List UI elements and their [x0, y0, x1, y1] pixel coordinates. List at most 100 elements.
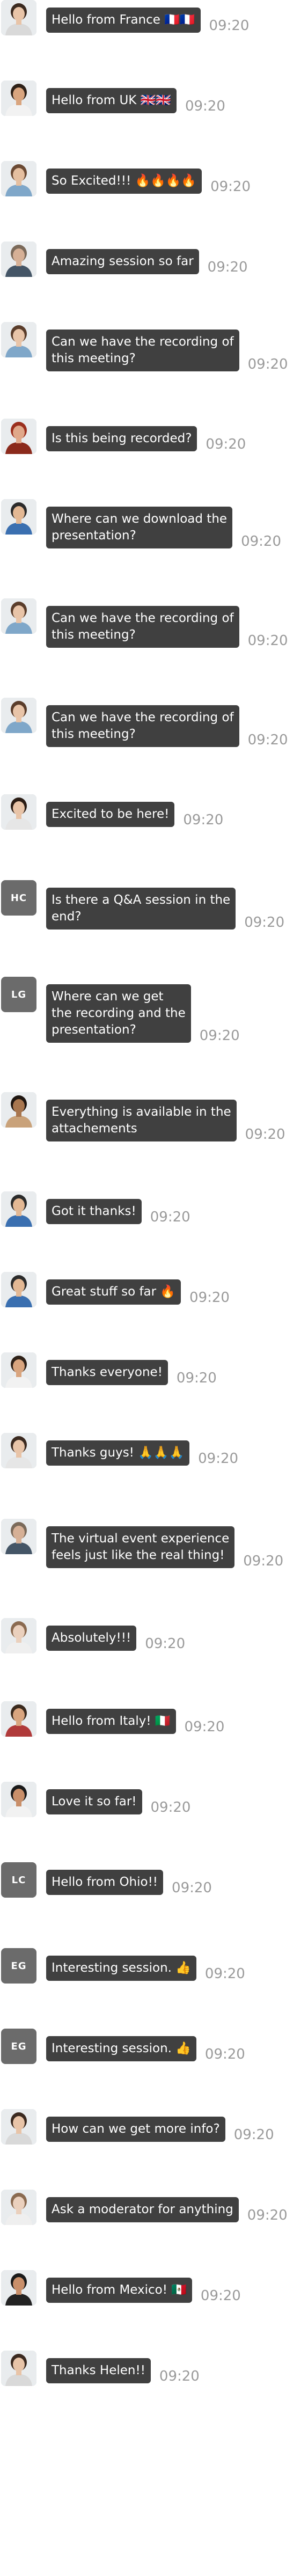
message-body: Where can we get the recording and the p…: [46, 984, 240, 1044]
avatar[interactable]: [1, 2190, 36, 2225]
avatar[interactable]: [1, 2109, 36, 2145]
message-bubble: Got it thanks!: [46, 1199, 142, 1224]
message-timestamp: 09:20: [247, 2207, 288, 2223]
message-body: Can we have the recording of this meetin…: [46, 606, 288, 649]
message-body: Hello from Italy! 🇮🇹 09:20: [46, 1709, 225, 1735]
message-body: Amazing session so far 09:20: [46, 249, 248, 275]
message-bubble: Absolutely!!!: [46, 1626, 137, 1651]
message-bubble: The virtual event experience feels just …: [46, 1526, 235, 1568]
avatar[interactable]: [1, 1782, 36, 1817]
message-bubble: Ask a moderator for anything: [46, 2197, 239, 2222]
message-bubble: Interesting session. 👍: [46, 2036, 196, 2061]
avatar[interactable]: [1, 499, 36, 535]
avatar-initials[interactable]: EG: [1, 1948, 36, 1984]
message-timestamp: 09:20: [247, 633, 288, 649]
avatar[interactable]: [1, 2351, 36, 2386]
message-body: Thanks guys! 🙏🙏🙏 09:20: [46, 1440, 239, 1467]
message-body: The virtual event experience feels just …: [46, 1526, 284, 1569]
avatar[interactable]: [1, 598, 36, 634]
message-bubble: Interesting session. 👍: [46, 1956, 196, 1981]
avatar[interactable]: [1, 1433, 36, 1468]
message-bubble: Amazing session so far: [46, 249, 199, 274]
message-body: Excited to be here! 09:20: [46, 802, 224, 828]
avatar[interactable]: [1, 794, 36, 830]
message-body: Interesting session. 👍 09:20: [46, 2036, 245, 2062]
message-bubble: Great stuff so far 🔥: [46, 1279, 181, 1305]
message-body: So Excited!!! 🔥🔥🔥🔥 09:20: [46, 169, 251, 195]
message-bubble: How can we get more info?: [46, 2117, 225, 2142]
avatar-initials[interactable]: EG: [1, 2029, 36, 2064]
avatar[interactable]: [1, 698, 36, 733]
message-timestamp: 09:20: [207, 259, 248, 275]
avatar-initials[interactable]: LG: [1, 977, 36, 1012]
message-body: Is this being recorded? 09:20: [46, 426, 246, 452]
message-bubble: Can we have the recording of this meetin…: [46, 330, 239, 371]
message-bubble: Hello from Mexico! 🇲🇽: [46, 2278, 192, 2303]
message-timestamp: 09:20: [172, 1880, 212, 1896]
message-body: Thanks everyone! 09:20: [46, 1360, 217, 1386]
chat-feed: Hello from France 🇫🇷🇫🇷 09:20 Hello from UK…: [0, 0, 308, 2576]
message-body: Hello from Mexico! 🇲🇽 09:20: [46, 2278, 241, 2304]
message-bubble: Thanks guys! 🙏🙏🙏: [46, 1440, 190, 1466]
message-bubble: Everything is available in the attacheme…: [46, 1100, 237, 1141]
avatar[interactable]: [1, 1191, 36, 1227]
message-timestamp: 09:20: [243, 1553, 284, 1569]
message-bubble: So Excited!!! 🔥🔥🔥🔥: [46, 169, 202, 194]
message-timestamp: 09:20: [210, 179, 251, 195]
message-body: Love it so far! 09:20: [46, 1789, 190, 1816]
message-body: Absolutely!!! 09:20: [46, 1626, 186, 1652]
message-timestamp: 09:20: [204, 1966, 245, 1982]
message-timestamp: 09:20: [204, 2046, 245, 2062]
message-timestamp: 09:20: [247, 356, 288, 372]
message-timestamp: 09:20: [198, 1451, 239, 1467]
avatar[interactable]: [1, 1352, 36, 1388]
avatar-initials[interactable]: HC: [1, 880, 36, 916]
message-body: Is there a Q&A session in the end? 09:20: [46, 888, 284, 931]
avatar[interactable]: [1, 1701, 36, 1737]
avatar[interactable]: [1, 2270, 36, 2306]
message-timestamp: 09:20: [206, 436, 246, 452]
avatar[interactable]: [1, 419, 36, 454]
message-body: Hello from UK 🇬🇧🇬🇧 09:20: [46, 88, 225, 114]
message-bubble: Where can we download the presentation?: [46, 507, 233, 548]
message-bubble: Can we have the recording of this meetin…: [46, 705, 239, 747]
message-timestamp: 09:20: [145, 1636, 186, 1652]
message-body: How can we get more info? 09:20: [46, 2117, 274, 2143]
message-timestamp: 09:20: [247, 732, 288, 748]
message-timestamp: 09:20: [209, 18, 250, 34]
message-timestamp: 09:20: [189, 1290, 230, 1306]
avatar[interactable]: [1, 0, 36, 35]
message-timestamp: 09:20: [184, 1719, 225, 1735]
avatar[interactable]: [1, 322, 36, 357]
avatar[interactable]: [1, 80, 36, 116]
message-body: Can we have the recording of this meetin…: [46, 330, 288, 372]
avatar[interactable]: [1, 241, 36, 277]
message-timestamp: 09:20: [233, 2127, 274, 2143]
message-timestamp: 09:20: [185, 98, 225, 114]
avatar[interactable]: [1, 1092, 36, 1128]
avatar[interactable]: [1, 1272, 36, 1307]
message-timestamp: 09:20: [176, 1370, 217, 1386]
message-body: Interesting session. 👍 09:20: [46, 1956, 245, 1982]
message-body: Where can we download the presentation? 0…: [46, 507, 281, 550]
message-bubble: Hello from Ohio!!: [46, 1870, 164, 1895]
message-timestamp: 09:20: [183, 812, 224, 828]
message-bubble: Can we have the recording of this meetin…: [46, 606, 239, 648]
message-timestamp: 09:20: [159, 2368, 200, 2384]
message-body: Can we have the recording of this meetin…: [46, 705, 288, 748]
message-bubble: Hello from UK 🇬🇧🇬🇧: [46, 88, 177, 113]
avatar-initials[interactable]: LC: [1, 1862, 36, 1898]
message-timestamp: 09:20: [200, 2288, 241, 2304]
message-body: Hello from France 🇫🇷🇫🇷 09:20: [46, 8, 250, 34]
message-body: Ask a moderator for anything 09:20: [46, 2197, 288, 2223]
avatar[interactable]: [1, 161, 36, 196]
message-bubble: Love it so far!: [46, 1789, 142, 1814]
message-timestamp: 09:20: [241, 533, 281, 550]
message-bubble: Hello from Italy! 🇮🇹: [46, 1709, 176, 1734]
message-body: Great stuff so far 🔥 09:20: [46, 1279, 230, 1306]
avatar[interactable]: [1, 1519, 36, 1554]
avatar[interactable]: [1, 1618, 36, 1653]
message-bubble: Excited to be here!: [46, 802, 175, 827]
message-bubble: Is there a Q&A session in the end?: [46, 888, 236, 930]
message-bubble: Where can we get the recording and the p…: [46, 984, 191, 1043]
